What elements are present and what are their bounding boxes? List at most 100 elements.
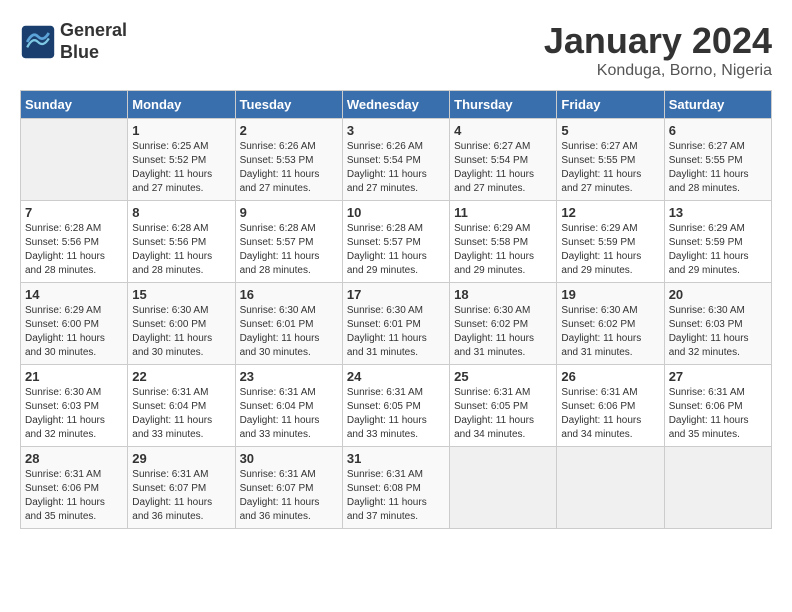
day-number: 17 (347, 287, 445, 302)
page-header: General Blue January 2024 Konduga, Borno… (20, 20, 772, 80)
calendar-cell: 23Sunrise: 6:31 AM Sunset: 6:04 PM Dayli… (235, 365, 342, 447)
day-info: Sunrise: 6:30 AM Sunset: 6:02 PM Dayligh… (561, 304, 659, 360)
day-info: Sunrise: 6:28 AM Sunset: 5:56 PM Dayligh… (25, 222, 123, 278)
day-info: Sunrise: 6:31 AM Sunset: 6:04 PM Dayligh… (240, 386, 338, 442)
day-number: 1 (132, 123, 230, 138)
calendar-cell: 27 Sunrise: 6:31 AM Sunset: 6:06 PM Dayli… (664, 365, 771, 447)
day-info: Sunrise: 6:30 AM Sunset: 6:03 PM Dayligh… (25, 386, 123, 442)
calendar-cell: 30 Sunrise: 6:31 AM Sunset: 6:07 PM Dayli… (235, 447, 342, 529)
calendar-week-row: 21 Sunrise: 6:30 AM Sunset: 6:03 PM Dayli… (21, 365, 772, 447)
calendar-cell: 14Sunrise: 6:29 AM Sunset: 6:00 PM Dayli… (21, 283, 128, 365)
calendar-week-row: 28Sunrise: 6:31 AM Sunset: 6:06 PM Dayli… (21, 447, 772, 529)
day-info: Sunrise: 6:30 AM Sunset: 6:03 PM Dayligh… (669, 304, 767, 360)
calendar-cell: 12 Sunrise: 6:29 AM Sunset: 5:59 PM Dayli… (557, 201, 664, 283)
calendar-cell: 29 Sunrise: 6:31 AM Sunset: 6:07 PM Dayli… (128, 447, 235, 529)
logo: General Blue (20, 20, 127, 63)
day-number: 18 (454, 287, 552, 302)
calendar-cell: 1Sunrise: 6:25 AM Sunset: 5:52 PM Daylig… (128, 119, 235, 201)
day-info: Sunrise: 6:28 AM Sunset: 5:57 PM Dayligh… (347, 222, 445, 278)
calendar-cell: 19 Sunrise: 6:30 AM Sunset: 6:02 PM Dayli… (557, 283, 664, 365)
day-number: 4 (454, 123, 552, 138)
calendar-week-row: 7Sunrise: 6:28 AM Sunset: 5:56 PM Daylig… (21, 201, 772, 283)
calendar-cell: 28Sunrise: 6:31 AM Sunset: 6:06 PM Dayli… (21, 447, 128, 529)
day-number: 14 (25, 287, 123, 302)
day-info: Sunrise: 6:31 AM Sunset: 6:07 PM Dayligh… (240, 468, 338, 524)
day-number: 22 (132, 369, 230, 384)
day-number: 19 (561, 287, 659, 302)
calendar-cell: 22 Sunrise: 6:31 AM Sunset: 6:04 PM Dayli… (128, 365, 235, 447)
calendar-cell (450, 447, 557, 529)
calendar-cell: 11Sunrise: 6:29 AM Sunset: 5:58 PM Dayli… (450, 201, 557, 283)
calendar-cell: 8Sunrise: 6:28 AM Sunset: 5:56 PM Daylig… (128, 201, 235, 283)
day-number: 24 (347, 369, 445, 384)
day-number: 9 (240, 205, 338, 220)
header-monday: Monday (128, 91, 235, 119)
calendar-cell: 31Sunrise: 6:31 AM Sunset: 6:08 PM Dayli… (342, 447, 449, 529)
day-number: 31 (347, 451, 445, 466)
calendar-cell: 20 Sunrise: 6:30 AM Sunset: 6:03 PM Dayli… (664, 283, 771, 365)
day-number: 29 (132, 451, 230, 466)
calendar-cell: 7Sunrise: 6:28 AM Sunset: 5:56 PM Daylig… (21, 201, 128, 283)
calendar-cell: 17 Sunrise: 6:30 AM Sunset: 6:01 PM Dayli… (342, 283, 449, 365)
day-info: Sunrise: 6:27 AM Sunset: 5:55 PM Dayligh… (561, 140, 659, 196)
day-info: Sunrise: 6:31 AM Sunset: 6:05 PM Dayligh… (454, 386, 552, 442)
day-info: Sunrise: 6:26 AM Sunset: 5:53 PM Dayligh… (240, 140, 338, 196)
day-number: 3 (347, 123, 445, 138)
calendar-cell: 21 Sunrise: 6:30 AM Sunset: 6:03 PM Dayli… (21, 365, 128, 447)
day-info: Sunrise: 6:27 AM Sunset: 5:55 PM Dayligh… (669, 140, 767, 196)
day-info: Sunrise: 6:29 AM Sunset: 5:59 PM Dayligh… (561, 222, 659, 278)
day-info: Sunrise: 6:30 AM Sunset: 6:01 PM Dayligh… (347, 304, 445, 360)
day-number: 8 (132, 205, 230, 220)
calendar-subtitle: Konduga, Borno, Nigeria (544, 62, 772, 80)
title-block: January 2024 Konduga, Borno, Nigeria (544, 20, 772, 80)
calendar-cell: 18 Sunrise: 6:30 AM Sunset: 6:02 PM Dayli… (450, 283, 557, 365)
day-info: Sunrise: 6:31 AM Sunset: 6:04 PM Dayligh… (132, 386, 230, 442)
day-number: 16 (240, 287, 338, 302)
day-number: 25 (454, 369, 552, 384)
calendar-cell: 3 Sunrise: 6:26 AM Sunset: 5:54 PM Daylig… (342, 119, 449, 201)
calendar-table: SundayMondayTuesdayWednesdayThursdayFrid… (20, 90, 772, 529)
day-info: Sunrise: 6:30 AM Sunset: 6:00 PM Dayligh… (132, 304, 230, 360)
day-number: 6 (669, 123, 767, 138)
header-wednesday: Wednesday (342, 91, 449, 119)
day-info: Sunrise: 6:29 AM Sunset: 5:58 PM Dayligh… (454, 222, 552, 278)
day-number: 20 (669, 287, 767, 302)
day-number: 26 (561, 369, 659, 384)
day-info: Sunrise: 6:30 AM Sunset: 6:02 PM Dayligh… (454, 304, 552, 360)
header-sunday: Sunday (21, 91, 128, 119)
day-number: 27 (669, 369, 767, 384)
calendar-cell: 25 Sunrise: 6:31 AM Sunset: 6:05 PM Dayli… (450, 365, 557, 447)
day-info: Sunrise: 6:31 AM Sunset: 6:06 PM Dayligh… (561, 386, 659, 442)
day-number: 21 (25, 369, 123, 384)
calendar-cell: 10 Sunrise: 6:28 AM Sunset: 5:57 PM Dayli… (342, 201, 449, 283)
calendar-cell: 26 Sunrise: 6:31 AM Sunset: 6:06 PM Dayli… (557, 365, 664, 447)
day-number: 12 (561, 205, 659, 220)
day-number: 10 (347, 205, 445, 220)
calendar-cell: 13Sunrise: 6:29 AM Sunset: 5:59 PM Dayli… (664, 201, 771, 283)
day-info: Sunrise: 6:30 AM Sunset: 6:01 PM Dayligh… (240, 304, 338, 360)
calendar-cell: 4Sunrise: 6:27 AM Sunset: 5:54 PM Daylig… (450, 119, 557, 201)
calendar-cell (664, 447, 771, 529)
calendar-title: January 2024 (544, 20, 772, 62)
day-info: Sunrise: 6:31 AM Sunset: 6:05 PM Dayligh… (347, 386, 445, 442)
calendar-cell: 24 Sunrise: 6:31 AM Sunset: 6:05 PM Dayli… (342, 365, 449, 447)
header-thursday: Thursday (450, 91, 557, 119)
header-saturday: Saturday (664, 91, 771, 119)
header-tuesday: Tuesday (235, 91, 342, 119)
calendar-cell: 9Sunrise: 6:28 AM Sunset: 5:57 PM Daylig… (235, 201, 342, 283)
day-info: Sunrise: 6:31 AM Sunset: 6:06 PM Dayligh… (669, 386, 767, 442)
day-number: 28 (25, 451, 123, 466)
calendar-cell: 15 Sunrise: 6:30 AM Sunset: 6:00 PM Dayli… (128, 283, 235, 365)
day-info: Sunrise: 6:26 AM Sunset: 5:54 PM Dayligh… (347, 140, 445, 196)
day-number: 30 (240, 451, 338, 466)
logo-icon (20, 24, 56, 60)
day-info: Sunrise: 6:31 AM Sunset: 6:07 PM Dayligh… (132, 468, 230, 524)
day-number: 13 (669, 205, 767, 220)
day-number: 15 (132, 287, 230, 302)
calendar-cell: 2 Sunrise: 6:26 AM Sunset: 5:53 PM Daylig… (235, 119, 342, 201)
calendar-cell: 6 Sunrise: 6:27 AM Sunset: 5:55 PM Daylig… (664, 119, 771, 201)
day-number: 2 (240, 123, 338, 138)
calendar-cell (21, 119, 128, 201)
calendar-cell (557, 447, 664, 529)
logo-text: General Blue (60, 20, 127, 63)
